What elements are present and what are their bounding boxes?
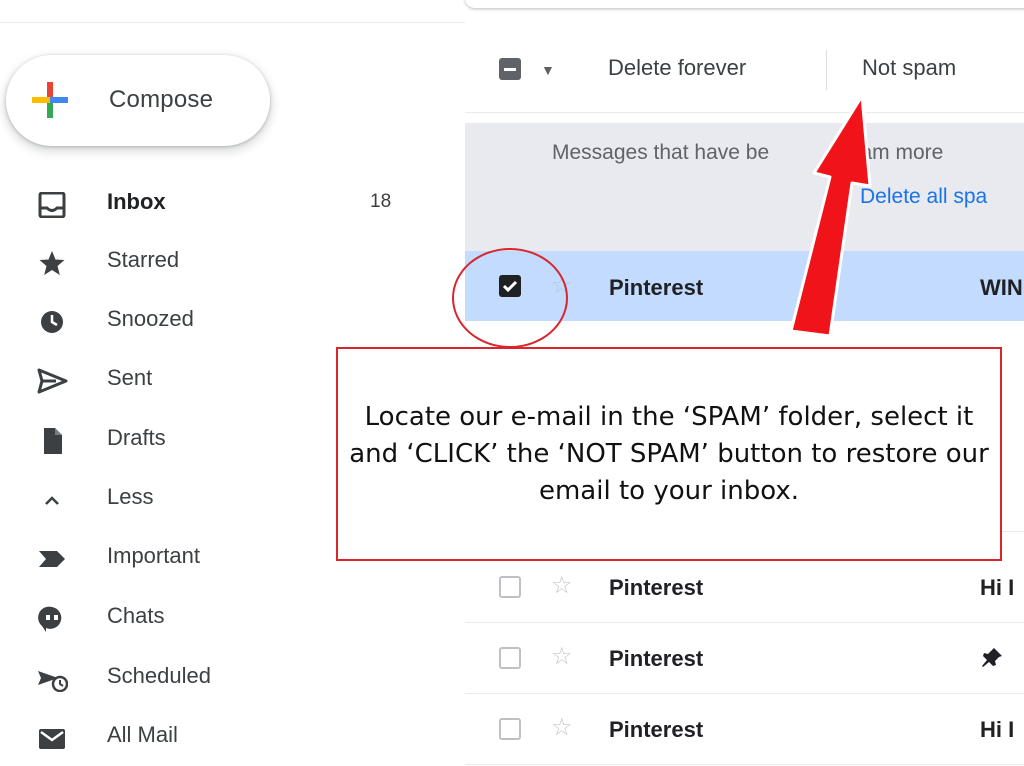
sidebar-item-label: Inbox: [107, 189, 166, 214]
toolbar-divider-line: [465, 112, 1024, 113]
toolbar-divider: [826, 50, 827, 90]
not-spam-button[interactable]: Not spam: [862, 55, 956, 81]
annotation-callout: Locate our e-mail in the ‘SPAM’ folder, …: [336, 347, 1002, 561]
star-toggle-icon[interactable]: ☆: [551, 713, 573, 742]
sidebar-item-label: Chats: [107, 603, 165, 628]
draft-icon: [44, 428, 62, 454]
sidebar-item-starred[interactable]: Starred: [0, 233, 440, 291]
chevron-up-icon: [45, 496, 59, 505]
sidebar-item-inbox[interactable]: Inbox 18: [0, 175, 440, 233]
delete-all-spam-link[interactable]: Delete all spa: [860, 185, 987, 209]
compose-plus-icon: [32, 82, 68, 118]
sidebar-item-label: Sent: [107, 365, 153, 390]
star-toggle-icon[interactable]: ☆: [551, 571, 573, 600]
sidebar-item-label: All Mail: [107, 722, 178, 747]
chat-icon: [38, 606, 62, 632]
sidebar-item-label: Starred: [107, 247, 180, 272]
message-checkbox[interactable]: [499, 647, 521, 669]
send-icon: [37, 368, 68, 394]
search-bar-edge[interactable]: [465, 0, 1024, 8]
delete-forever-button[interactable]: Delete forever: [608, 55, 746, 81]
select-all-checkbox[interactable]: [499, 58, 521, 80]
select-dropdown-caret-icon[interactable]: ▼: [541, 62, 555, 78]
sidebar-item-scheduled[interactable]: Scheduled: [0, 649, 440, 707]
sidebar-item-all-mail[interactable]: All Mail: [0, 708, 440, 766]
inbox-unread-count: 18: [370, 191, 392, 212]
pushpin-icon: [982, 648, 1002, 667]
annotation-highlight-circle: [452, 248, 568, 348]
sidebar-item-label: Drafts: [107, 425, 166, 450]
sidebar-item-label: Scheduled: [107, 663, 211, 688]
message-subject: Hi I: [980, 575, 1015, 600]
message-checkbox[interactable]: [499, 718, 521, 740]
spam-info-banner: Messages that have be, Spam more Delete …: [465, 123, 1024, 251]
star-toggle-icon[interactable]: ☆: [551, 642, 573, 671]
message-checkbox[interactable]: [499, 576, 521, 598]
message-sender: Pinterest: [609, 575, 704, 600]
star-icon: [39, 251, 65, 275]
inbox-icon: [38, 192, 66, 218]
sidebar-item-chats[interactable]: Chats: [0, 589, 440, 647]
message-sender: Pinterest: [609, 275, 704, 300]
message-row[interactable]: ☆ Pinterest Hi I: [465, 694, 1024, 765]
compose-button[interactable]: Compose: [6, 55, 270, 146]
header-divider: [0, 22, 465, 23]
sidebar-item-label: Less: [107, 484, 154, 509]
mail-icon: [39, 729, 65, 749]
banner-message: Messages that have be, Spam more: [552, 141, 944, 164]
sidebar-item-label: Snoozed: [107, 306, 194, 331]
sidebar-item-label: Important: [107, 543, 200, 568]
important-icon: [39, 551, 65, 567]
message-sender: Pinterest: [609, 646, 704, 671]
message-subject: WIN: [980, 275, 1023, 300]
message-sender: Pinterest: [609, 717, 704, 742]
message-subject: [980, 646, 1004, 674]
message-subject: Hi I: [980, 717, 1015, 742]
message-row[interactable]: ☆ Pinterest Hi I: [465, 552, 1024, 623]
sidebar-item-snoozed[interactable]: Snoozed: [0, 292, 440, 350]
scheduled-icon: [38, 671, 68, 692]
clock-icon: [41, 311, 63, 333]
annotation-instructions: Locate our e-mail in the ‘SPAM’ folder, …: [349, 401, 989, 506]
message-row[interactable]: ☆ Pinterest: [465, 623, 1024, 694]
compose-label: Compose: [109, 86, 214, 113]
